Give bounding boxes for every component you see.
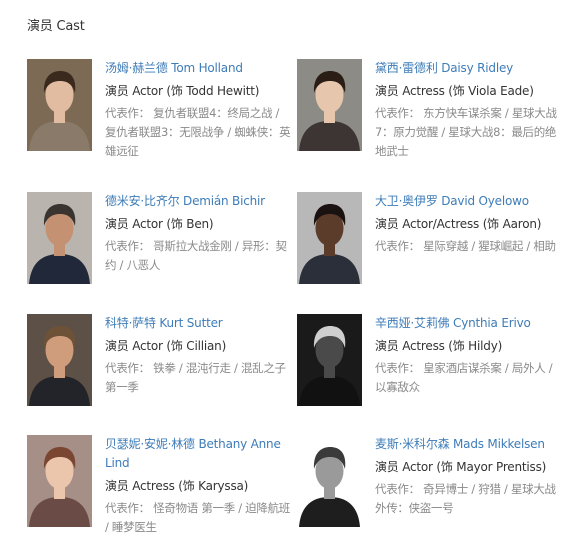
cast-works: 代表作： 复仇者联盟4：终局之战 / 复仇者联盟3：无限战争 / 蜘蛛侠：英雄远… — [105, 104, 293, 161]
cast-photo[interactable] — [297, 192, 362, 284]
cast-role: 演员 Actress (饰 Viola Eade) — [375, 84, 534, 98]
cast-name-link[interactable]: 麦斯·米科尔森 Mads Mikkelsen — [375, 435, 563, 454]
cast-photo[interactable] — [27, 192, 92, 284]
works-prefix: 代表作： — [375, 361, 420, 375]
cast-card-kurt-sutter: 科特·萨特 Kurt Sutter 演员 Actor (饰 Cillian) 代表作… — [27, 314, 297, 424]
section-title: 演员 Cast — [27, 19, 85, 34]
cast-info: 汤姆·赫兰德 Tom Holland 演员 Actor (饰 Todd Hewit… — [105, 59, 293, 161]
cast-role: 演员 Actor/Actress (饰 Aaron) — [375, 217, 542, 231]
cast-card-tom-holland: 汤姆·赫兰德 Tom Holland 演员 Actor (饰 Todd Hewit… — [27, 59, 297, 169]
cast-info: 科特·萨特 Kurt Sutter 演员 Actor (饰 Cillian) 代表作… — [105, 314, 293, 397]
cast-works: 代表作： 铁拳 / 混沌行走 / 混乱之子 第一季 — [105, 359, 293, 397]
cast-role: 演员 Actor (饰 Mayor Prentiss) — [375, 460, 547, 474]
cast-role: 演员 Actress (饰 Karyssa) — [105, 479, 249, 493]
cast-card-demian-bichir: 德米安·比齐尔 Demián Bichir 演员 Actor (饰 Ben) 代表作… — [27, 192, 297, 302]
cast-role: 演员 Actor (饰 Cillian) — [105, 339, 227, 353]
cast-photo[interactable] — [27, 314, 92, 406]
works-prefix: 代表作： — [375, 239, 420, 253]
cast-info: 德米安·比齐尔 Demián Bichir 演员 Actor (饰 Ben) 代表作… — [105, 192, 293, 275]
cast-photo[interactable] — [297, 314, 362, 406]
cast-works: 代表作： 奇异博士 / 狩猎 / 星球大战外传：侠盗一号 — [375, 480, 563, 518]
cast-name-link[interactable]: 辛西娅·艾莉佛 Cynthia Erivo — [375, 314, 563, 333]
works-list: 星际穿越 / 猩球崛起 / 相助 — [423, 239, 556, 253]
cast-photo[interactable] — [297, 59, 362, 151]
cast-card-mads-mikkelsen: 麦斯·米科尔森 Mads Mikkelsen 演员 Actor (饰 Mayor … — [297, 435, 567, 545]
cast-card-bethany-anne-lind: 贝瑟妮·安妮·林德 Bethany Anne Lind 演员 Actress (饰… — [27, 435, 297, 545]
works-prefix: 代表作： — [105, 239, 150, 253]
cast-card-cynthia-erivo: 辛西娅·艾莉佛 Cynthia Erivo 演员 Actress (饰 Hildy… — [297, 314, 567, 424]
cast-role: 演员 Actor (饰 Todd Hewitt) — [105, 84, 260, 98]
cast-role: 演员 Actor (饰 Ben) — [105, 217, 214, 231]
cast-works: 代表作： 哥斯拉大战金刚 / 异形：契约 / 八恶人 — [105, 237, 293, 275]
cast-role: 演员 Actress (饰 Hildy) — [375, 339, 503, 353]
cast-info: 黛西·雷德利 Daisy Ridley 演员 Actress (饰 Viola E… — [375, 59, 563, 161]
cast-works: 代表作： 星际穿越 / 猩球崛起 / 相助 — [375, 237, 563, 256]
cast-name-link[interactable]: 贝瑟妮·安妮·林德 Bethany Anne Lind — [105, 435, 293, 473]
cast-works: 代表作： 东方快车谋杀案 / 星球大战7：原力觉醒 / 星球大战8：最后的绝地武… — [375, 104, 563, 161]
cast-info: 贝瑟妮·安妮·林德 Bethany Anne Lind 演员 Actress (饰… — [105, 435, 293, 537]
cast-works: 代表作： 怪奇物语 第一季 / 迫降航班 / 睡梦医生 — [105, 499, 293, 537]
cast-name-link[interactable]: 科特·萨特 Kurt Sutter — [105, 314, 293, 333]
cast-name-link[interactable]: 大卫·奥伊罗 David Oyelowo — [375, 192, 563, 211]
cast-photo[interactable] — [297, 435, 362, 527]
works-prefix: 代表作： — [105, 501, 150, 515]
cast-name-link[interactable]: 黛西·雷德利 Daisy Ridley — [375, 59, 563, 78]
cast-info: 麦斯·米科尔森 Mads Mikkelsen 演员 Actor (饰 Mayor … — [375, 435, 563, 518]
works-prefix: 代表作： — [105, 106, 150, 120]
cast-photo[interactable] — [27, 435, 92, 527]
works-prefix: 代表作： — [105, 361, 150, 375]
cast-info: 辛西娅·艾莉佛 Cynthia Erivo 演员 Actress (饰 Hildy… — [375, 314, 563, 397]
works-prefix: 代表作： — [375, 106, 420, 120]
cast-name-link[interactable]: 德米安·比齐尔 Demián Bichir — [105, 192, 293, 211]
works-prefix: 代表作： — [375, 482, 420, 496]
cast-name-link[interactable]: 汤姆·赫兰德 Tom Holland — [105, 59, 293, 78]
cast-photo[interactable] — [27, 59, 92, 151]
cast-card-daisy-ridley: 黛西·雷德利 Daisy Ridley 演员 Actress (饰 Viola E… — [297, 59, 567, 169]
cast-works: 代表作： 皇家酒店谋杀案 / 局外人 / 以寡敌众 — [375, 359, 563, 397]
cast-card-david-oyelowo: 大卫·奥伊罗 David Oyelowo 演员 Actor/Actress (饰 … — [297, 192, 567, 302]
cast-info: 大卫·奥伊罗 David Oyelowo 演员 Actor/Actress (饰 … — [375, 192, 563, 256]
